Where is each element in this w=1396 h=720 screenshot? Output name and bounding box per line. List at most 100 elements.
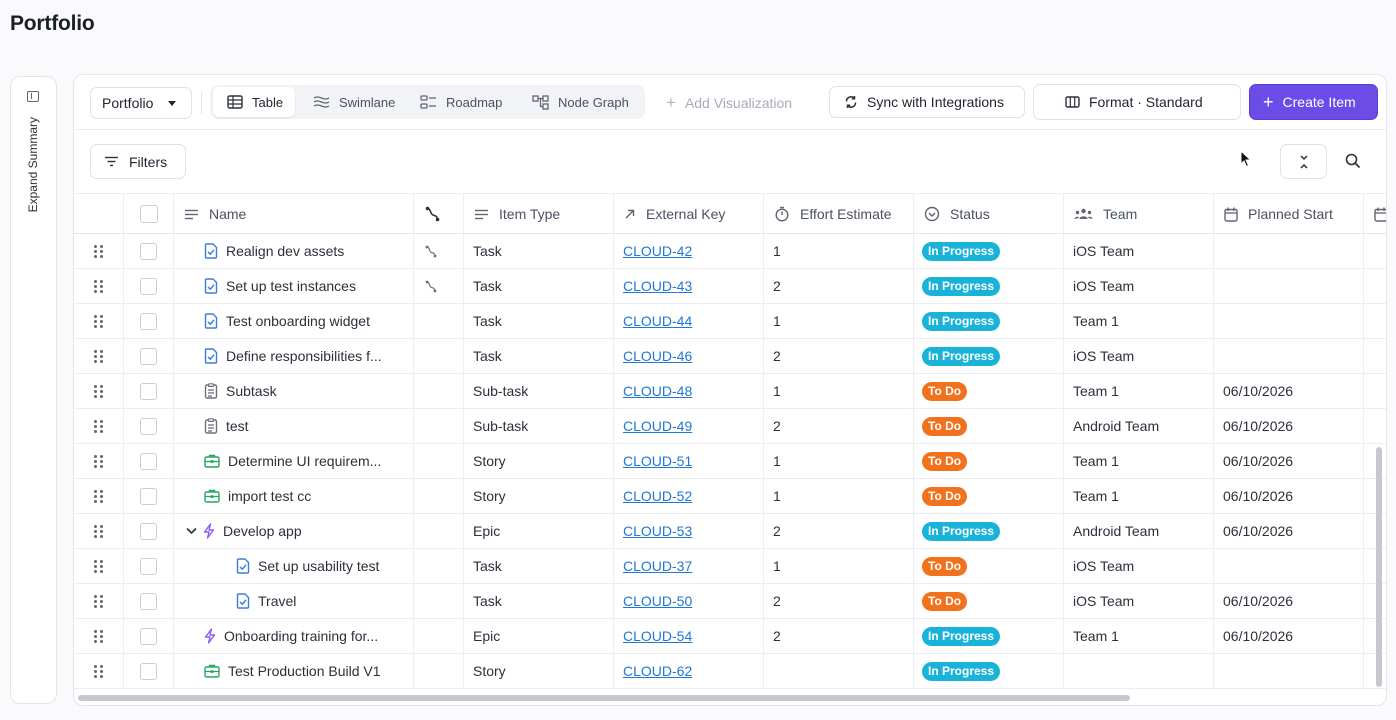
- search-icon[interactable]: [1345, 153, 1361, 169]
- drag-handle-icon[interactable]: [94, 384, 103, 398]
- horizontal-scrollbar[interactable]: [74, 693, 1386, 703]
- drag-handle-icon[interactable]: [94, 279, 103, 293]
- effort-cell[interactable]: 1: [764, 444, 914, 478]
- table-row[interactable]: Subtask Sub-task CLOUD-48 1 To Do Team 1 06/10…: [74, 374, 1386, 409]
- drag-handle-icon[interactable]: [94, 664, 103, 678]
- row-select-cell[interactable]: [124, 549, 174, 583]
- external-key-cell[interactable]: CLOUD-44: [614, 304, 764, 338]
- drag-handle-icon[interactable]: [94, 419, 103, 433]
- team-cell[interactable]: Android Team: [1064, 514, 1214, 548]
- item-type-cell[interactable]: Task: [464, 584, 614, 618]
- effort-cell[interactable]: 1: [764, 234, 914, 268]
- item-name[interactable]: Test onboarding widget: [226, 313, 370, 329]
- item-name[interactable]: Define responsibilities f...: [226, 348, 382, 364]
- drag-handle[interactable]: [74, 444, 124, 478]
- row-checkbox[interactable]: [140, 627, 157, 645]
- external-key-cell[interactable]: CLOUD-51: [614, 444, 764, 478]
- table-row[interactable]: Onboarding training for... Epic CLOUD-54 2 I…: [74, 619, 1386, 654]
- external-key-cell[interactable]: CLOUD-52: [614, 479, 764, 513]
- row-checkbox[interactable]: [140, 382, 157, 400]
- external-key-cell[interactable]: CLOUD-42: [614, 234, 764, 268]
- row-select-cell[interactable]: [124, 654, 174, 688]
- external-key-link[interactable]: CLOUD-42: [623, 243, 692, 259]
- item-name[interactable]: Determine UI requirem...: [228, 453, 381, 469]
- status-badge[interactable]: In Progress: [922, 626, 1001, 646]
- status-cell[interactable]: To Do: [914, 549, 1064, 583]
- name-cell[interactable]: test: [174, 409, 414, 443]
- planned-start-cell[interactable]: 06/10/2026: [1214, 584, 1364, 618]
- drag-handle[interactable]: [74, 584, 124, 618]
- team-cell[interactable]: iOS Team: [1064, 234, 1214, 268]
- header-item-type[interactable]: Item Type: [464, 194, 614, 234]
- external-key-cell[interactable]: CLOUD-54: [614, 619, 764, 653]
- row-checkbox[interactable]: [140, 452, 157, 470]
- drag-handle[interactable]: [74, 269, 124, 303]
- dependency-cell[interactable]: [414, 409, 464, 443]
- effort-cell[interactable]: 2: [764, 584, 914, 618]
- drag-handle-icon[interactable]: [94, 594, 103, 608]
- team-cell[interactable]: Team 1: [1064, 619, 1214, 653]
- drag-handle-icon[interactable]: [94, 559, 103, 573]
- effort-cell[interactable]: 1: [764, 479, 914, 513]
- external-key-cell[interactable]: CLOUD-43: [614, 269, 764, 303]
- item-type-cell[interactable]: Story: [464, 654, 614, 688]
- item-name[interactable]: Realign dev assets: [226, 243, 344, 259]
- drag-handle[interactable]: [74, 374, 124, 408]
- row-checkbox[interactable]: [140, 312, 157, 330]
- row-select-cell[interactable]: [124, 339, 174, 373]
- item-name[interactable]: Set up usability test: [258, 558, 379, 574]
- header-team[interactable]: Team: [1064, 194, 1214, 234]
- external-key-link[interactable]: CLOUD-53: [623, 523, 692, 539]
- dependency-cell[interactable]: [414, 234, 464, 268]
- dependency-cell[interactable]: [414, 479, 464, 513]
- select-all-checkbox[interactable]: [140, 205, 158, 223]
- status-badge[interactable]: In Progress: [922, 521, 1001, 541]
- drag-handle-icon[interactable]: [94, 244, 103, 258]
- status-cell[interactable]: In Progress: [914, 304, 1064, 338]
- name-cell[interactable]: Onboarding training for...: [174, 619, 414, 653]
- item-name[interactable]: Develop app: [223, 523, 302, 539]
- dependency-cell[interactable]: [414, 584, 464, 618]
- item-name[interactable]: import test cc: [228, 488, 311, 504]
- drag-handle[interactable]: [74, 514, 124, 548]
- status-badge[interactable]: In Progress: [922, 241, 1001, 261]
- row-select-cell[interactable]: [124, 619, 174, 653]
- planned-start-cell[interactable]: [1214, 304, 1364, 338]
- external-key-link[interactable]: CLOUD-50: [623, 593, 692, 609]
- external-key-link[interactable]: CLOUD-48: [623, 383, 692, 399]
- item-type-cell[interactable]: Sub-task: [464, 409, 614, 443]
- item-type-cell[interactable]: Task: [464, 269, 614, 303]
- row-checkbox[interactable]: [140, 487, 157, 505]
- item-name[interactable]: Onboarding training for...: [224, 628, 378, 644]
- collapse-rows-button[interactable]: [1280, 144, 1327, 179]
- table-row[interactable]: Determine UI requirem... Story CLOUD-51 1 To…: [74, 444, 1386, 479]
- name-cell[interactable]: import test cc: [174, 479, 414, 513]
- team-cell[interactable]: Team 1: [1064, 444, 1214, 478]
- drag-handle-icon[interactable]: [94, 349, 103, 363]
- status-cell[interactable]: To Do: [914, 374, 1064, 408]
- status-cell[interactable]: In Progress: [914, 234, 1064, 268]
- next-column-cell[interactable]: [1364, 234, 1386, 268]
- planned-start-cell[interactable]: [1214, 339, 1364, 373]
- external-key-link[interactable]: CLOUD-52: [623, 488, 692, 504]
- next-column-cell[interactable]: [1364, 304, 1386, 338]
- drag-handle[interactable]: [74, 654, 124, 688]
- drag-handle-icon[interactable]: [94, 524, 103, 538]
- planned-start-cell[interactable]: 06/10/2026: [1214, 409, 1364, 443]
- table-row[interactable]: Define responsibilities f... Task CLOUD-46…: [74, 339, 1386, 374]
- item-type-cell[interactable]: Task: [464, 234, 614, 268]
- table-row[interactable]: Test Production Build V1 Story CLOUD-62 In …: [74, 654, 1386, 689]
- tab-table[interactable]: Table: [213, 87, 295, 117]
- summary-side-panel[interactable]: Expand Summary: [10, 76, 57, 704]
- item-type-cell[interactable]: Task: [464, 304, 614, 338]
- external-key-cell[interactable]: CLOUD-48: [614, 374, 764, 408]
- status-badge[interactable]: To Do: [922, 486, 968, 506]
- row-checkbox[interactable]: [140, 347, 157, 365]
- dependency-cell[interactable]: [414, 444, 464, 478]
- header-planned-start[interactable]: Planned Start: [1214, 194, 1364, 234]
- external-key-link[interactable]: CLOUD-62: [623, 663, 692, 679]
- drag-handle[interactable]: [74, 234, 124, 268]
- planned-start-cell[interactable]: 06/10/2026: [1214, 374, 1364, 408]
- name-cell[interactable]: Set up usability test: [174, 549, 414, 583]
- status-cell[interactable]: To Do: [914, 584, 1064, 618]
